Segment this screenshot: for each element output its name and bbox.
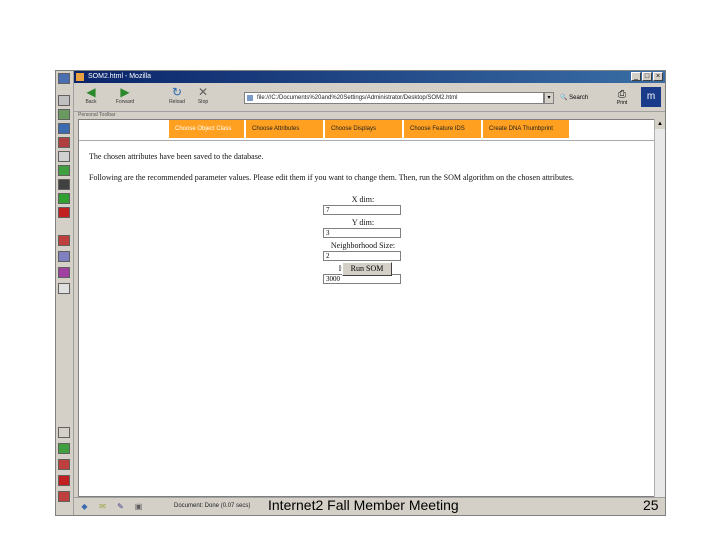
slide-footer: Internet2 Fall Member Meeting — [268, 497, 459, 513]
status-text: Document: Done (0.07 secs) — [174, 503, 251, 509]
mozilla-app-icon — [76, 73, 84, 81]
field-label: Neighborhood Size: — [330, 241, 396, 250]
reload-button[interactable]: ↻ Reload — [166, 85, 188, 109]
saved-message: The chosen attributes have been saved to… — [89, 152, 264, 161]
run-som-button[interactable]: Run SOM — [342, 262, 392, 276]
nav-tabs: Choose Object Class Choose Attributes Ch… — [169, 120, 569, 138]
tab-create-dna-thumbprint[interactable]: Create DNA Thumbprint — [483, 120, 569, 138]
close-button[interactable]: × — [653, 72, 663, 81]
app-icon[interactable] — [58, 151, 70, 162]
browser-window: SOM2.html - Mozilla _ □ × ◀ Back ▶ Forwa… — [74, 71, 665, 515]
app-icon[interactable] — [58, 137, 70, 148]
field-label: Y dim: — [351, 218, 375, 227]
forward-arrow-icon: ▶ — [120, 85, 130, 99]
app-icon[interactable] — [58, 123, 70, 134]
search-button[interactable]: 🔍 Search — [560, 91, 606, 105]
url-dropdown-button[interactable]: ▾ — [544, 92, 554, 104]
print-icon: ⎙ — [618, 89, 626, 100]
address-book-icon[interactable]: ▣ — [134, 502, 143, 511]
composer-icon[interactable]: ✎ — [116, 502, 125, 511]
title-bar: SOM2.html - Mozilla _ □ × — [74, 71, 665, 83]
tab-choose-feature-ids[interactable]: Choose Feature IDS — [404, 120, 481, 138]
slide-page-number: 25 — [643, 497, 659, 513]
url-text: file:///C:/Documents%20and%20Settings/Ad… — [257, 95, 458, 101]
tab-choose-displays[interactable]: Choose Displays — [325, 120, 402, 138]
personal-toolbar: Personal Toolbar — [78, 112, 116, 118]
search-icon: 🔍 — [560, 95, 568, 101]
scroll-up-button[interactable]: ▲ — [655, 119, 665, 129]
vertical-scrollbar[interactable]: ▲ — [654, 119, 665, 497]
x-dim-input[interactable]: 7 — [323, 205, 401, 215]
app-icon[interactable] — [58, 459, 70, 470]
app-icon[interactable] — [58, 267, 70, 278]
app-icon[interactable] — [58, 179, 70, 190]
back-button[interactable]: ◀ Back — [80, 85, 102, 109]
navigation-toolbar: ◀ Back ▶ Forward ↻ Reload ✕ Stop file://… — [74, 83, 665, 112]
app-icon[interactable] — [58, 95, 70, 106]
y-dim-input[interactable]: 3 — [323, 228, 401, 238]
app-icon[interactable] — [58, 491, 70, 502]
tab-choose-attributes[interactable]: Choose Attributes — [246, 120, 323, 138]
mail-icon[interactable]: ✉ — [98, 502, 107, 511]
app-icon[interactable] — [58, 73, 70, 84]
divider — [79, 140, 654, 141]
app-icon[interactable] — [58, 109, 70, 120]
neighborhood-size-input[interactable]: 2 — [323, 251, 401, 261]
print-button[interactable]: ⎙ Print — [614, 89, 630, 109]
app-icon[interactable] — [58, 251, 70, 262]
reload-icon: ↻ — [171, 85, 183, 99]
app-icon[interactable] — [58, 283, 70, 294]
app-icon[interactable] — [58, 207, 70, 218]
navigator-icon[interactable]: ◆ — [80, 502, 89, 511]
instructions-message: Following are the recommended parameter … — [89, 173, 574, 182]
app-icon[interactable] — [58, 193, 70, 204]
url-input[interactable]: file:///C:/Documents%20and%20Settings/Ad… — [244, 92, 544, 104]
maximize-button[interactable]: □ — [642, 72, 652, 81]
app-icon[interactable] — [58, 235, 70, 246]
field-label: X dim: — [351, 195, 375, 204]
page-icon — [247, 95, 253, 101]
window-title: SOM2.html - Mozilla — [88, 73, 152, 80]
app-icon[interactable] — [58, 475, 70, 486]
minimize-button[interactable]: _ — [631, 72, 641, 81]
stop-button[interactable]: ✕ Stop — [192, 85, 214, 109]
app-icon[interactable] — [58, 427, 70, 438]
stop-icon: ✕ — [197, 85, 209, 99]
desktop-sidebar — [56, 71, 74, 515]
mozilla-logo[interactable]: m — [641, 87, 661, 107]
app-icon[interactable] — [58, 165, 70, 176]
back-arrow-icon: ◀ — [86, 85, 96, 99]
app-icon[interactable] — [58, 443, 70, 454]
forward-button[interactable]: ▶ Forward — [114, 85, 136, 109]
screenshot-frame: SOM2.html - Mozilla _ □ × ◀ Back ▶ Forwa… — [55, 70, 666, 516]
page-content: Choose Object Class Choose Attributes Ch… — [78, 119, 655, 497]
tab-choose-object-class[interactable]: Choose Object Class — [169, 120, 244, 138]
